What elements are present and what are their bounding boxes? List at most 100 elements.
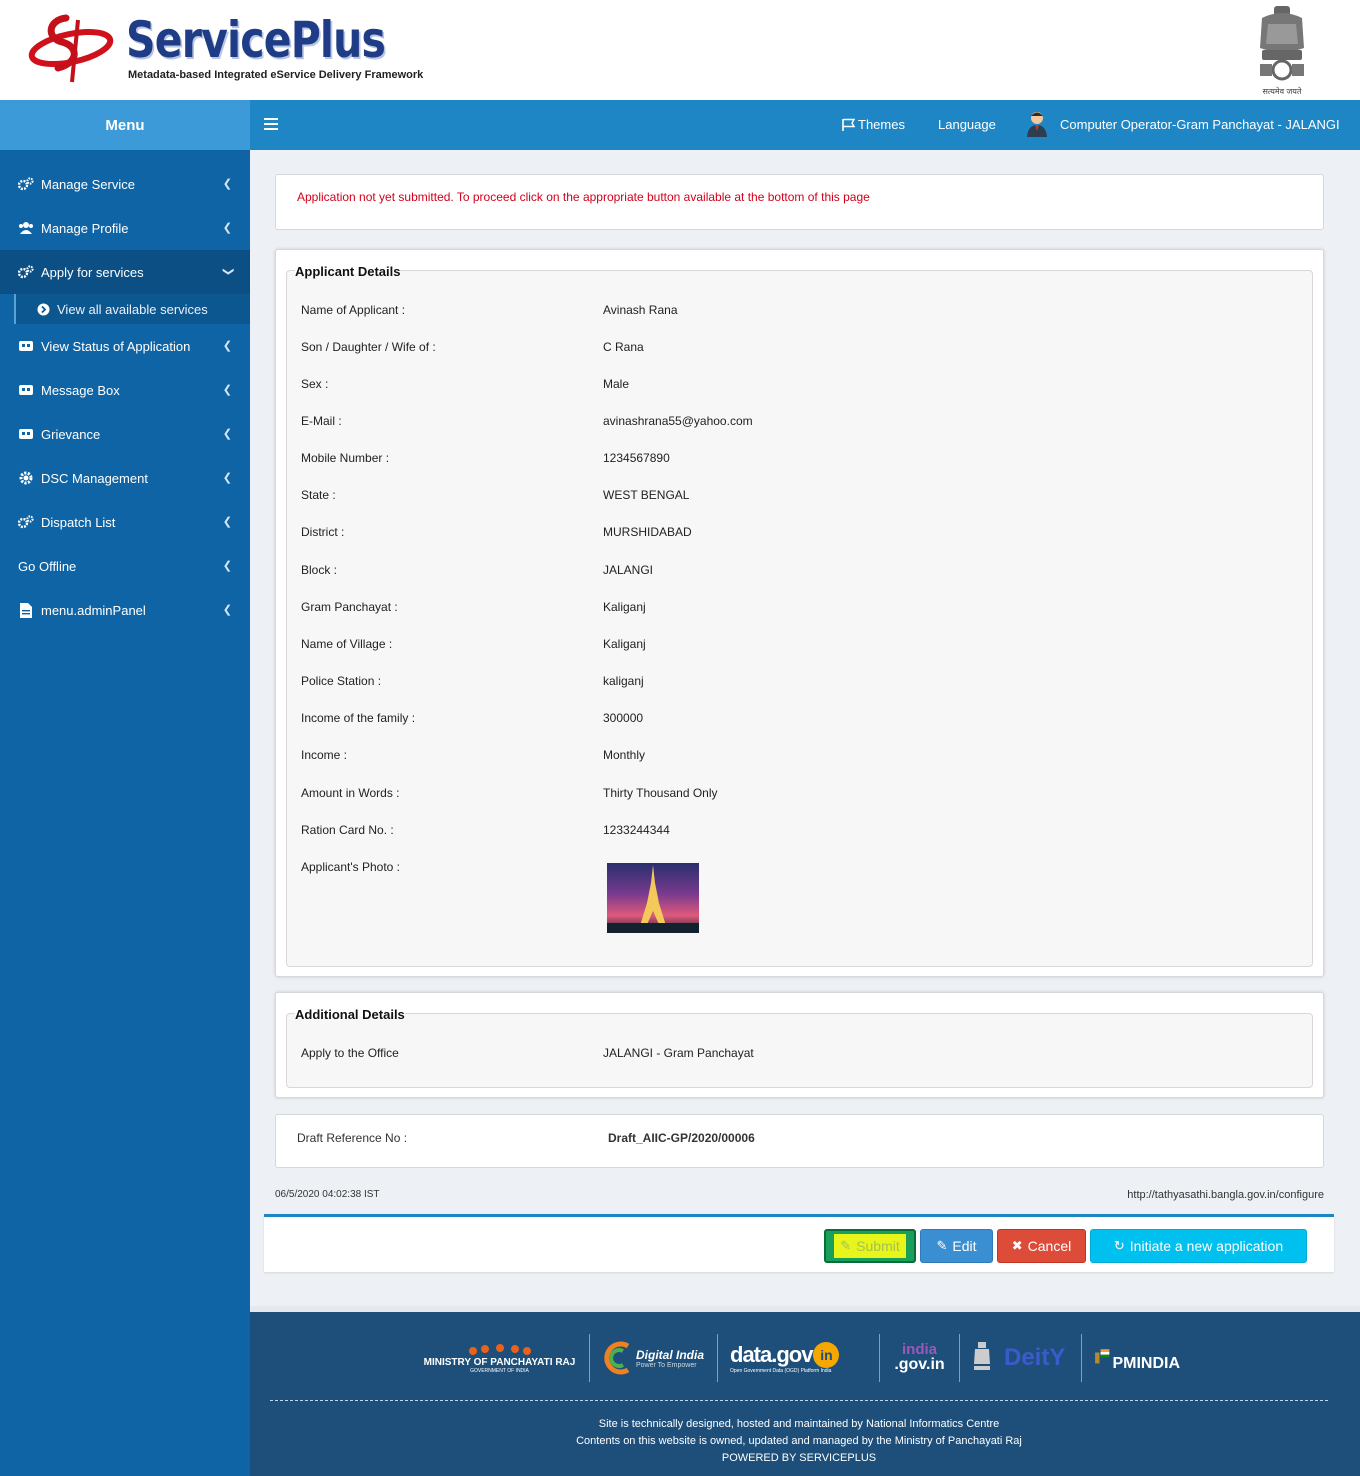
edit-label: Edit bbox=[952, 1238, 977, 1254]
user-menu[interactable]: Computer Operator-Gram Panchayat - JALAN… bbox=[1026, 111, 1340, 137]
sidebar-item-message-box[interactable]: Message Box ❮ bbox=[0, 368, 250, 412]
themes-link[interactable]: Themes bbox=[842, 117, 905, 132]
status-alert: Application not yet submitted. To procee… bbox=[275, 174, 1324, 230]
chevron-left-icon: ❮ bbox=[222, 560, 232, 572]
field-label: Mobile Number : bbox=[301, 451, 390, 465]
datagov-in-badge: in bbox=[813, 1342, 840, 1368]
national-emblem-icon: सत्यमेव जयते bbox=[1260, 6, 1304, 96]
sidebar-item-label: Message Box bbox=[41, 382, 120, 398]
gears-icon bbox=[18, 514, 34, 530]
field-label: Applicant's Photo : bbox=[301, 860, 401, 874]
times-circle-icon: ✖ bbox=[1011, 1238, 1023, 1253]
field-value: Thirty Thousand Only bbox=[603, 786, 718, 800]
field-value: 1234567890 bbox=[603, 451, 670, 465]
brand-subtitle: Metadata-based Integrated eService Deliv… bbox=[128, 69, 424, 81]
sidebar-item-manage-service[interactable]: Manage Service ❮ bbox=[0, 162, 250, 206]
gears-icon bbox=[18, 176, 34, 192]
submit-highlight: ✎ Submit bbox=[834, 1234, 906, 1258]
sidebar-item-dsc-management[interactable]: DSC Management ❮ bbox=[0, 456, 250, 500]
field-value: Monthly bbox=[603, 748, 646, 762]
cancel-button[interactable]: ✖ Cancel bbox=[997, 1229, 1086, 1263]
field-label: Police Station : bbox=[301, 674, 382, 688]
field-label: Block : bbox=[301, 563, 338, 577]
deity-label: DeitY bbox=[1004, 1344, 1066, 1371]
gear-icon bbox=[18, 470, 34, 486]
datagov-sublabel: Open Government Data (OGD) Platform Indi… bbox=[730, 1368, 832, 1374]
datagov-label: data.gov bbox=[730, 1342, 813, 1367]
initiate-new-application-button[interactable]: ↻ Initiate a new application bbox=[1090, 1229, 1307, 1263]
arrow-circle-right-icon bbox=[36, 302, 50, 316]
field-value: 1233244344 bbox=[603, 823, 670, 837]
field-label: State : bbox=[301, 488, 336, 502]
field-label: Son / Daughter / Wife of : bbox=[301, 340, 436, 354]
emblem-flag-icon bbox=[1095, 1349, 1110, 1364]
sidebar-item-grievance[interactable]: Grievance ❮ bbox=[0, 412, 250, 456]
chevron-left-icon: ❮ bbox=[222, 516, 232, 528]
digital-india-sublabel: Power To Empower bbox=[636, 1361, 697, 1369]
datagov-logo[interactable]: data.gov in Open Government Data (OGD) P… bbox=[718, 1334, 880, 1382]
sidebar-item-dispatch-list[interactable]: Dispatch List ❮ bbox=[0, 500, 250, 544]
field-label: Income of the family : bbox=[301, 711, 416, 725]
applicant-photo bbox=[607, 863, 699, 933]
footer-line-2: Contents on this website is owned, updat… bbox=[576, 1435, 1022, 1447]
draft-reference-value: Draft_AIIC-GP/2020/00006 bbox=[608, 1131, 755, 1145]
applicant-details-fieldset: Applicant Details Name of Applicant : Avi… bbox=[286, 264, 1313, 967]
field-label: Name of Village : bbox=[301, 637, 393, 651]
draft-reference-label: Draft Reference No : bbox=[297, 1131, 408, 1145]
sidebar-item-label: Apply for services bbox=[41, 264, 144, 280]
sidebar-item-apply-for-services[interactable]: Apply for services ❮ bbox=[0, 250, 250, 294]
sidebar-item-admin-panel[interactable]: menu.adminPanel ❮ bbox=[0, 588, 250, 632]
users-icon bbox=[18, 220, 34, 236]
emblem-caption: सत्यमेव जयते bbox=[1263, 86, 1302, 96]
partner-logos: MINISTRY OF PANCHAYATI RAJ GOVERNMENT OF… bbox=[410, 1330, 1260, 1386]
chevron-left-icon: ❮ bbox=[222, 428, 232, 440]
footer-divider bbox=[270, 1400, 1328, 1401]
gears-icon bbox=[18, 264, 34, 280]
flag-icon bbox=[842, 118, 856, 131]
emblem-small-icon bbox=[974, 1342, 990, 1370]
sidebar: Menu Manage Service ❮ Manage Profile ❮ A… bbox=[0, 100, 250, 1476]
field-value: Kaliganj bbox=[603, 637, 646, 651]
card-icon bbox=[18, 426, 34, 442]
user-avatar-icon bbox=[1027, 112, 1047, 137]
field-value: 300000 bbox=[603, 711, 644, 725]
field-value: WEST BENGAL bbox=[603, 488, 690, 502]
deity-logo[interactable]: DeitY bbox=[960, 1334, 1082, 1382]
sidebar-item-label: Grievance bbox=[41, 426, 101, 442]
timestamp: 06/5/2020 04:02:38 IST bbox=[275, 1189, 380, 1200]
sidebar-item-label: Dispatch List bbox=[41, 514, 116, 530]
panchayati-sublabel: GOVERNMENT OF INDIA bbox=[470, 1367, 529, 1374]
footer-text: Site is technically designed, hosted and… bbox=[250, 1416, 1348, 1467]
sidebar-item-go-offline[interactable]: Go Offline ❮ bbox=[0, 544, 250, 588]
field-label: District : bbox=[301, 525, 345, 539]
chevron-left-icon: ❮ bbox=[222, 340, 232, 352]
brand-title: ServicePlus bbox=[126, 11, 386, 69]
sidebar-item-label: Manage Service bbox=[41, 176, 135, 192]
field-label: Income : bbox=[301, 748, 348, 762]
datagov-wordmark: data.gov in bbox=[730, 1342, 840, 1368]
serviceplus-logo-icon bbox=[28, 14, 114, 83]
sidebar-item-label: View Status of Application bbox=[41, 338, 191, 354]
applicant-details-legend: Applicant Details bbox=[295, 264, 401, 279]
field-label: Sex : bbox=[301, 377, 329, 391]
applicant-details-card: Applicant Details Name of Applicant : Avi… bbox=[275, 249, 1324, 977]
hamburger-menu-icon[interactable] bbox=[264, 118, 278, 130]
field-value: JALANGI - Gram Panchayat bbox=[603, 1046, 754, 1060]
sidebar-item-manage-profile[interactable]: Manage Profile ❮ bbox=[0, 206, 250, 250]
panchayati-raj-logo[interactable]: MINISTRY OF PANCHAYATI RAJ GOVERNMENT OF… bbox=[410, 1334, 590, 1382]
site-header: ServicePlus Metadata-based Integrated eS… bbox=[0, 0, 1360, 100]
language-link[interactable]: Language bbox=[938, 117, 996, 132]
edit-button[interactable]: ✎ Edit bbox=[920, 1229, 993, 1263]
digital-india-logo[interactable]: Digital India Power To Empower bbox=[590, 1334, 718, 1382]
sidebar-subitem-view-all-services[interactable]: View all available services bbox=[14, 294, 250, 324]
pmindia-logo[interactable]: PMINDIA bbox=[1082, 1334, 1192, 1382]
themes-label: Themes bbox=[858, 117, 905, 132]
alert-message: Application not yet submitted. To procee… bbox=[297, 190, 870, 204]
footer-line-3: POWERED BY SERVICEPLUS bbox=[721, 1452, 877, 1464]
sidebar-item-label: menu.adminPanel bbox=[41, 602, 146, 618]
india-gov-logo[interactable]: india .gov.in bbox=[880, 1334, 960, 1382]
sidebar-item-label: Go Offline bbox=[18, 558, 77, 574]
sidebar-item-view-status[interactable]: View Status of Application ❮ bbox=[0, 324, 250, 368]
submit-button[interactable]: ✎ Submit bbox=[824, 1229, 916, 1263]
field-label: Apply to the Office bbox=[301, 1046, 399, 1060]
